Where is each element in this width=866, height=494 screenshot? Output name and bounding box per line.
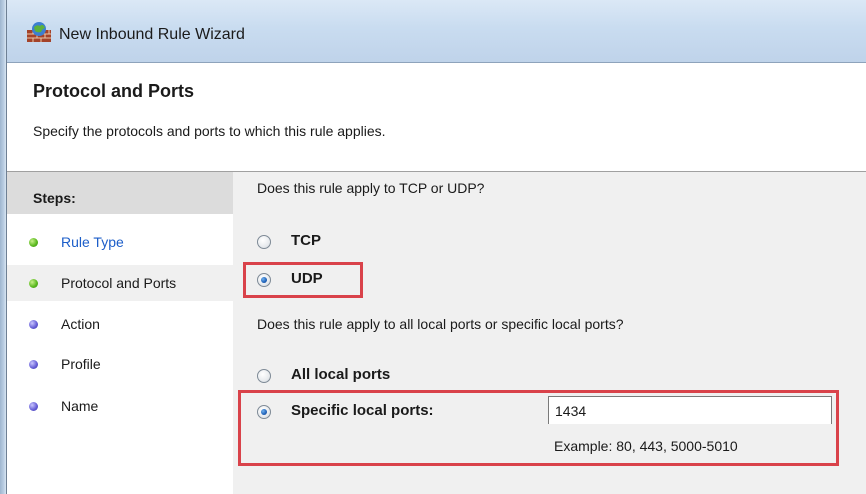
step-label: Rule Type [61,234,124,250]
step-label: Profile [61,356,101,372]
ports-question: Does this rule apply to all local ports … [257,316,624,332]
step-pending-icon [29,360,38,369]
step-protocol-and-ports: Protocol and Ports [7,265,233,301]
page-title: Protocol and Ports [33,81,195,101]
step-action: Action [7,306,233,342]
radio-udp[interactable]: UDP [257,270,357,294]
specific-ports-input[interactable]: 1434 [548,396,832,424]
radio-specific-local-ports[interactable]: Specific local ports: [257,402,497,426]
page-description: Specify the protocols and ports to which… [33,123,386,139]
firewall-icon [27,22,51,42]
radio-button-selected[interactable] [257,273,271,287]
step-rule-type[interactable]: Rule Type [7,224,233,260]
radio-button-unselected[interactable] [257,369,271,383]
step-label: Name [61,398,99,414]
radio-label: All local ports [291,366,391,383]
radio-label: UDP [291,270,323,287]
step-label: Action [61,316,100,332]
step-complete-icon [29,238,38,247]
step-label: Protocol and Ports [61,275,177,291]
steps-header: Steps: [7,172,233,214]
steps-heading: Steps: [33,190,76,206]
window-title: New Inbound Rule Wizard [59,26,245,43]
wizard-body: Steps: Rule Type Protocol and Ports Acti… [7,172,866,494]
radio-button-selected[interactable] [257,405,271,419]
step-complete-icon [29,279,38,288]
wizard-header: Protocol and Ports Specify the protocols… [7,63,866,172]
step-pending-icon [29,402,38,411]
radio-all-local-ports[interactable]: All local ports [257,366,477,390]
steps-panel: Steps: Rule Type Protocol and Ports Acti… [7,172,233,494]
wizard-content: Does this rule apply to TCP or UDP? TCP … [233,172,866,494]
radio-button-unselected[interactable] [257,235,271,249]
window-frame [0,0,7,494]
title-bar[interactable]: New Inbound Rule Wizard [7,0,866,63]
radio-label: Specific local ports: [291,402,434,419]
radio-label: TCP [291,232,321,249]
radio-tcp[interactable]: TCP [257,232,377,256]
ports-example-hint: Example: 80, 443, 5000-5010 [554,438,738,454]
step-pending-icon [29,320,38,329]
step-name: Name [7,388,233,424]
protocol-question: Does this rule apply to TCP or UDP? [257,180,485,196]
step-profile: Profile [7,346,233,382]
